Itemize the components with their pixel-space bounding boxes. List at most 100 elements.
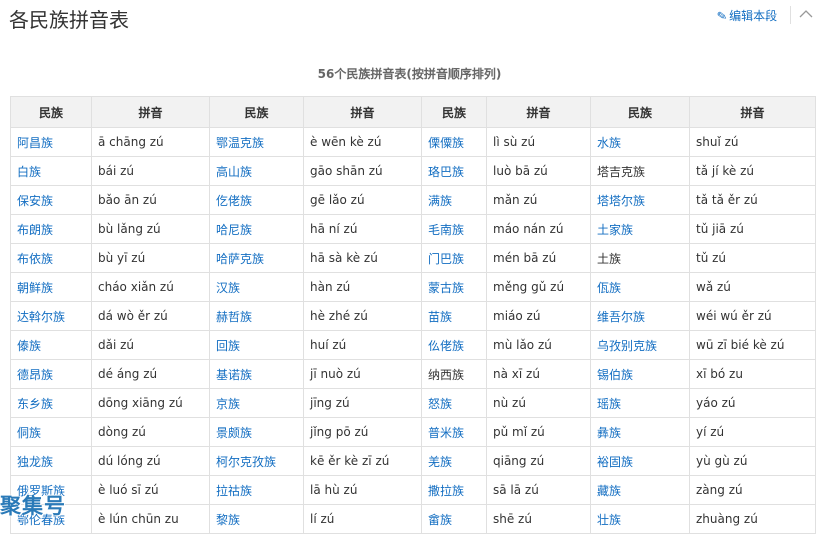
chevron-up-icon[interactable] — [798, 6, 814, 22]
ethnic-link[interactable]: 独龙族 — [10, 446, 92, 476]
pinyin-cell: yí zú — [689, 417, 816, 447]
ethnic-link[interactable]: 柯尔克孜族 — [209, 446, 304, 476]
ethnic-link[interactable]: 乌孜别克族 — [590, 330, 690, 360]
ethnic-link[interactable]: 侗族 — [10, 417, 92, 447]
ethnic-link[interactable]: 毛南族 — [421, 214, 487, 244]
table-row: 布朗族 bù lǎng zú 哈尼族 hā ní zú 毛南族 máo nán zú 土家族… — [10, 214, 816, 244]
ethnic-link[interactable]: 畲族 — [421, 504, 487, 534]
ethnic-link[interactable]: 裕固族 — [590, 446, 690, 476]
pinyin-cell: tǎ tǎ ěr zú — [689, 185, 816, 215]
ethnic-link[interactable]: 拉祜族 — [209, 475, 304, 505]
table-row: 俄罗斯族 è luó sī zú 拉祜族 lā hù zú 撒拉族 sā lā zú 藏族 z… — [10, 475, 816, 505]
ethnic-link[interactable]: 土家族 — [590, 214, 690, 244]
ethnic-link[interactable]: 锡伯族 — [590, 359, 690, 389]
pinyin-cell: hā sà kè zú — [303, 243, 422, 273]
pinyin-cell: dōng xiāng zú — [91, 388, 210, 418]
table-body: 阿昌族 ā chāng zú 鄂温克族 è wēn kè zú 傈僳族 lì sù zú 水… — [10, 127, 816, 534]
ethnic-link[interactable]: 达斡尔族 — [10, 301, 92, 331]
ethnic-link[interactable]: 东乡族 — [10, 388, 92, 418]
ethnic-link[interactable]: 佤族 — [590, 272, 690, 302]
pinyin-cell: yù gù zú — [689, 446, 816, 476]
header-divider — [790, 6, 791, 24]
ethnic-link[interactable]: 赫哲族 — [209, 301, 304, 331]
watermark-logo: 聚集号 — [0, 494, 66, 518]
table-row: 白族 bái zú 高山族 gāo shān zú 珞巴族 luò bā zú 塔吉克族 tǎ… — [10, 156, 816, 186]
pinyin-cell: shē zú — [486, 504, 591, 534]
column-header: 民族 — [209, 96, 304, 128]
ethnic-link[interactable]: 哈尼族 — [209, 214, 304, 244]
ethnic-link[interactable]: 傈僳族 — [421, 127, 487, 157]
ethnic-link[interactable]: 塔塔尔族 — [590, 185, 690, 215]
ethnic-link[interactable]: 蒙古族 — [421, 272, 487, 302]
ethnic-link[interactable]: 阿昌族 — [10, 127, 92, 157]
pinyin-cell: tǎ jí kè zú — [689, 156, 816, 186]
ethnic-link[interactable]: 壮族 — [590, 504, 690, 534]
pinyin-cell: zàng zú — [689, 475, 816, 505]
pinyin-cell: è lún chūn zu — [91, 504, 210, 534]
ethnic-link[interactable]: 京族 — [209, 388, 304, 418]
table-row: 朝鲜族 cháo xiǎn zú 汉族 hàn zú 蒙古族 měng gǔ zú 佤族 wǎ… — [10, 272, 816, 302]
ethnic-link[interactable]: 基诺族 — [209, 359, 304, 389]
ethnic-link[interactable]: 羌族 — [421, 446, 487, 476]
pinyin-cell: è wēn kè zú — [303, 127, 422, 157]
ethnic-link[interactable]: 水族 — [590, 127, 690, 157]
column-header: 拼音 — [91, 96, 210, 128]
ethnic-link[interactable]: 仫佬族 — [421, 330, 487, 360]
ethnic-link[interactable]: 普米族 — [421, 417, 487, 447]
ethnic-link[interactable]: 门巴族 — [421, 243, 487, 273]
ethnic-link[interactable]: 布依族 — [10, 243, 92, 273]
ethnic-link[interactable]: 傣族 — [10, 330, 92, 360]
pinyin-cell: miáo zú — [486, 301, 591, 331]
ethnic-link[interactable]: 仡佬族 — [209, 185, 304, 215]
pinyin-cell: huí zú — [303, 330, 422, 360]
pinyin-cell: měng gǔ zú — [486, 272, 591, 302]
ethnic-link[interactable]: 鄂温克族 — [209, 127, 304, 157]
ethnic-link[interactable]: 汉族 — [209, 272, 304, 302]
ethnic-link[interactable]: 藏族 — [590, 475, 690, 505]
pinyin-cell: lā hù zú — [303, 475, 422, 505]
ethnic-link[interactable]: 高山族 — [209, 156, 304, 186]
ethnic-link[interactable]: 景颇族 — [209, 417, 304, 447]
table-row: 德昂族 dé áng zú 基诺族 jī nuò zú 纳西族 nà xī zú 锡伯族 xī… — [10, 359, 816, 389]
pinyin-cell: sā lā zú — [486, 475, 591, 505]
pinyin-cell: qiāng zú — [486, 446, 591, 476]
ethnic-link[interactable]: 朝鲜族 — [10, 272, 92, 302]
edit-section-link[interactable]: ✎编辑本段 — [716, 7, 777, 24]
pinyin-cell: yáo zú — [689, 388, 816, 418]
ethnic-link[interactable]: 布朗族 — [10, 214, 92, 244]
ethnic-link[interactable]: 保安族 — [10, 185, 92, 215]
ethnic-link[interactable]: 哈萨克族 — [209, 243, 304, 273]
ethnic-link[interactable]: 满族 — [421, 185, 487, 215]
ethnic-link[interactable]: 维吾尔族 — [590, 301, 690, 331]
table-row: 布依族 bù yī zú 哈萨克族 hā sà kè zú 门巴族 mén bā zú 土族… — [10, 243, 816, 273]
table-row: 侗族 dòng zú 景颇族 jǐng pō zú 普米族 pǔ mǐ zú 彝族 yí zú — [10, 417, 816, 447]
ethnic-link[interactable]: 撒拉族 — [421, 475, 487, 505]
ethnic-link[interactable]: 珞巴族 — [421, 156, 487, 186]
pinyin-cell: hàn zú — [303, 272, 422, 302]
pinyin-cell: kē ěr kè zī zú — [303, 446, 422, 476]
pinyin-cell: wǎ zú — [689, 272, 816, 302]
pinyin-cell: zhuàng zú — [689, 504, 816, 534]
pinyin-cell: tǔ jiā zú — [689, 214, 816, 244]
pinyin-cell: mù lǎo zú — [486, 330, 591, 360]
ethnic-link[interactable]: 德昂族 — [10, 359, 92, 389]
ethnic-link[interactable]: 黎族 — [209, 504, 304, 534]
pinyin-cell: nà xī zú — [486, 359, 591, 389]
ethnic-link[interactable]: 瑶族 — [590, 388, 690, 418]
pinyin-cell: jīng zú — [303, 388, 422, 418]
pinyin-cell: bái zú — [91, 156, 210, 186]
pinyin-cell: dé áng zú — [91, 359, 210, 389]
ethnic-link[interactable]: 彝族 — [590, 417, 690, 447]
ethnic-link[interactable]: 怒族 — [421, 388, 487, 418]
page-title: 各民族拼音表 — [9, 8, 129, 32]
ethnic-link[interactable]: 苗族 — [421, 301, 487, 331]
table-row: 东乡族 dōng xiāng zú 京族 jīng zú 怒族 nù zú 瑶族 yáo zú — [10, 388, 816, 418]
column-header: 拼音 — [303, 96, 422, 128]
pinyin-cell: lì sù zú — [486, 127, 591, 157]
ethnic-link[interactable]: 回族 — [209, 330, 304, 360]
pinyin-cell: jǐng pō zú — [303, 417, 422, 447]
table-row: 阿昌族 ā chāng zú 鄂温克族 è wēn kè zú 傈僳族 lì sù zú 水… — [10, 127, 816, 157]
pinyin-cell: wū zī bié kè zú — [689, 330, 816, 360]
ethnic-link[interactable]: 白族 — [10, 156, 92, 186]
pinyin-cell: dòng zú — [91, 417, 210, 447]
